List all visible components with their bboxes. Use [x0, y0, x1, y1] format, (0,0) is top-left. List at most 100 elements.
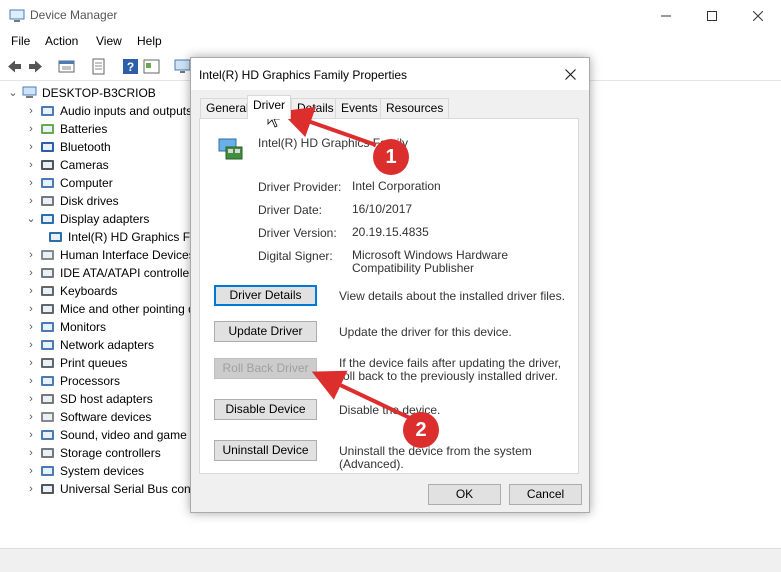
help-icon[interactable]: ?	[122, 58, 139, 75]
driver-date-value: 16/10/2017	[352, 202, 413, 216]
tree-item-label: System devices	[60, 464, 145, 478]
display-adapter-icon	[41, 214, 54, 224]
tree-item[interactable]: › Storage controllers	[26, 444, 190, 462]
tree-item[interactable]: › Computer	[26, 174, 190, 192]
tree-item[interactable]: › Print queues	[26, 354, 190, 372]
show-hidden-icon[interactable]	[143, 58, 160, 75]
tab-resources[interactable]: Resources	[380, 98, 450, 118]
tree-item-label: Intel(R) HD Graphics Family	[68, 230, 190, 244]
tree-item[interactable]: › Audio inputs and outputs	[26, 102, 190, 120]
tree-item[interactable]: › Bluetooth	[26, 138, 190, 156]
tree-item[interactable]: › Software devices	[26, 408, 190, 426]
menu-bar: File Action View Help	[0, 31, 781, 53]
menu-action[interactable]: Action	[45, 34, 78, 48]
tree-item[interactable]: ⌄ Display adapters	[26, 210, 190, 228]
roll-back-driver-button[interactable]: Roll Back Driver	[214, 358, 317, 379]
tree-root[interactable]: ⌄ DESKTOP-B3CRIOB	[8, 84, 208, 102]
tree-item-label: Human Interface Devices	[60, 248, 190, 262]
tree-item-label: Computer	[60, 176, 113, 190]
tree-item-label: Audio inputs and outputs	[60, 104, 190, 118]
chevron-right-icon[interactable]: ›	[26, 174, 36, 192]
tree-item[interactable]: › Mice and other pointing devices	[26, 300, 190, 318]
update-driver-button[interactable]: Update Driver	[214, 321, 317, 342]
device-manager-icon	[9, 9, 25, 22]
menu-view[interactable]: View	[96, 34, 122, 48]
tree-item[interactable]: › Human Interface Devices	[26, 246, 190, 264]
chevron-right-icon[interactable]: ›	[26, 480, 36, 498]
chevron-right-icon[interactable]: ›	[26, 246, 36, 264]
window-titlebar: Device Manager	[0, 0, 781, 31]
tree-item-label: Cameras	[60, 158, 109, 172]
tab-events[interactable]: Events	[335, 98, 384, 118]
chevron-right-icon[interactable]: ›	[26, 102, 36, 120]
chevron-right-icon[interactable]: ›	[26, 390, 36, 408]
chevron-right-icon[interactable]: ›	[26, 264, 36, 282]
tree-item-label: Print queues	[60, 356, 128, 370]
tree-item[interactable]: › Keyboards	[26, 282, 190, 300]
close-icon	[564, 68, 576, 80]
chevron-right-icon[interactable]: ›	[26, 408, 36, 426]
properties-dialog: Intel(R) HD Graphics Family Properties G…	[190, 57, 590, 513]
minimize-button[interactable]	[643, 0, 689, 31]
tab-driver[interactable]: Driver	[247, 95, 291, 119]
tree-item[interactable]: › Disk drives	[26, 192, 190, 210]
chevron-right-icon[interactable]: ›	[26, 462, 36, 480]
monitor-scan-icon[interactable]	[174, 58, 191, 75]
tree-item-label: Disk drives	[60, 194, 119, 208]
annotation-marker-1: 1	[373, 139, 409, 175]
tree-item[interactable]: › Batteries	[26, 120, 190, 138]
dialog-close-button[interactable]	[555, 60, 585, 88]
tree-item-label: Sound, video and game controllers	[60, 428, 190, 442]
chevron-right-icon[interactable]: ›	[26, 372, 36, 390]
menu-file[interactable]: File	[11, 34, 30, 48]
tree-item[interactable]: › Monitors	[26, 318, 190, 336]
document-icon[interactable]	[90, 58, 107, 75]
menu-help[interactable]: Help	[137, 34, 162, 48]
chevron-right-icon[interactable]: ›	[26, 282, 36, 300]
tree-item[interactable]: › SD host adapters	[26, 390, 190, 408]
chevron-down-icon[interactable]: ⌄	[8, 84, 18, 102]
close-icon	[753, 10, 763, 21]
properties-icon[interactable]	[58, 58, 75, 75]
chevron-right-icon[interactable]: ›	[26, 138, 36, 156]
back-arrow-icon[interactable]	[6, 58, 23, 75]
tree-item-label: Network adapters	[60, 338, 155, 352]
chevron-right-icon[interactable]: ›	[26, 336, 36, 354]
disable-device-button[interactable]: Disable Device	[214, 399, 317, 420]
chevron-right-icon[interactable]: ›	[26, 426, 36, 444]
storage-icon	[41, 448, 54, 458]
chevron-right-icon[interactable]: ›	[26, 354, 36, 372]
tree-item[interactable]: › Sound, video and game controllers	[26, 426, 190, 444]
computer-icon	[41, 178, 54, 188]
driver-details-button[interactable]: Driver Details	[214, 285, 317, 306]
tree-item[interactable]: › System devices	[26, 462, 190, 480]
mouse-icon	[41, 304, 54, 314]
chevron-right-icon[interactable]: ›	[26, 300, 36, 318]
tree-item[interactable]: › IDE ATA/ATAPI controllers	[26, 264, 190, 282]
chevron-right-icon[interactable]: ›	[26, 444, 36, 462]
keyboard-icon	[41, 286, 54, 296]
software-icon	[41, 412, 54, 422]
printer-icon	[41, 358, 54, 368]
maximize-button[interactable]	[689, 0, 735, 31]
chevron-right-icon[interactable]: ›	[26, 120, 36, 138]
svg-text:?: ?	[127, 60, 134, 74]
ok-button[interactable]: OK	[428, 484, 501, 505]
tree-item-label: Storage controllers	[60, 446, 161, 460]
tree-item[interactable]: › Universal Serial Bus controllers	[26, 480, 190, 498]
chevron-right-icon[interactable]: ›	[26, 156, 36, 174]
system-icon	[41, 466, 54, 476]
close-button[interactable]	[735, 0, 781, 31]
tab-details[interactable]: Details	[291, 98, 340, 118]
chevron-right-icon[interactable]: ›	[26, 318, 36, 336]
tree-item[interactable]: Intel(R) HD Graphics Family	[44, 228, 190, 246]
chevron-down-icon[interactable]: ⌄	[26, 210, 36, 228]
tree-item[interactable]: › Processors	[26, 372, 190, 390]
cancel-button[interactable]: Cancel	[509, 484, 582, 505]
chevron-right-icon[interactable]: ›	[26, 192, 36, 210]
forward-arrow-icon[interactable]	[27, 58, 44, 75]
hid-icon	[41, 250, 54, 260]
tree-item[interactable]: › Cameras	[26, 156, 190, 174]
tree-item[interactable]: › Network adapters	[26, 336, 190, 354]
uninstall-device-button[interactable]: Uninstall Device	[214, 440, 317, 461]
